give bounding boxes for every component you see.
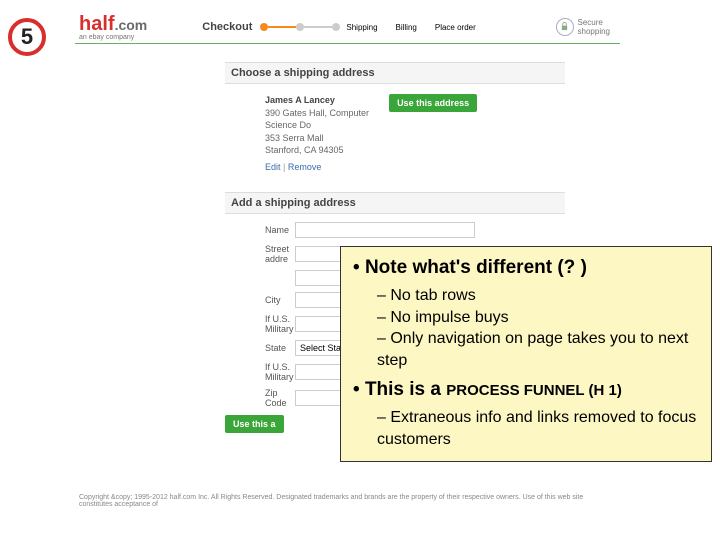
logo-com: .com (115, 17, 148, 33)
section-title: Add a shipping address (225, 192, 565, 214)
slide-number-badge: 5 (8, 18, 46, 56)
label-city: City (225, 295, 295, 305)
address-line: 353 Serra Mall (265, 132, 369, 145)
step-dot-place (332, 23, 340, 31)
label-street: Street addre (225, 244, 295, 264)
logo-half: half (79, 13, 115, 35)
remove-link[interactable]: Remove (288, 162, 322, 172)
step-label-place: Place order (435, 23, 476, 32)
step-label-billing: Billing (396, 23, 417, 32)
step-dot-shipping (260, 23, 268, 31)
footer-text: Copyright &copy; 1995-2012 half.com Inc.… (79, 494, 609, 508)
name-field[interactable] (295, 222, 475, 238)
use-new-address-button[interactable]: Use this a (225, 415, 284, 433)
edit-link[interactable]: Edit (265, 162, 281, 172)
label-name: Name (225, 225, 295, 235)
progress-bar (260, 23, 340, 31)
label-mil2: If U.S. Military (225, 362, 295, 382)
lock-icon (556, 18, 574, 36)
section-title: Choose a shipping address (225, 62, 565, 84)
annot-heading2: This is a PROCESS FUNNEL (H 1) (353, 379, 699, 401)
label-mil1: If U.S. Military (225, 314, 295, 334)
annot-sub: No impulse buys (377, 307, 699, 329)
address-line: 390 Gates Hall, Computer (265, 107, 369, 120)
checkout-label: Checkout (202, 21, 252, 33)
site-logo: half.com an ebay company (79, 13, 147, 41)
label-zip: Zip Code (225, 388, 295, 408)
slide-number: 5 (21, 24, 33, 50)
annot-heading1: Note what's different (? ) (353, 257, 699, 279)
annotation-box: Note what's different (? ) No tab rows N… (340, 246, 712, 462)
address-line: Stanford, CA 94305 (265, 144, 369, 157)
step-label-shipping: Shipping (346, 23, 377, 32)
step-dot-billing (296, 23, 304, 31)
annot-sub: Extraneous info and links removed to foc… (377, 407, 699, 450)
secure-shopping: Secure shopping (556, 18, 610, 36)
header-bar: half.com an ebay company Checkout Shippi… (75, 10, 620, 44)
secure-bottom: shopping (578, 27, 610, 36)
step-line (304, 26, 332, 28)
secure-top: Secure (578, 18, 610, 27)
step-line (268, 26, 296, 28)
annot-sub: Only navigation on page takes you to nex… (377, 328, 699, 371)
choose-address-section: Choose a shipping address James A Lancey… (225, 62, 565, 180)
address-block: James A Lancey 390 Gates Hall, Computer … (265, 94, 369, 174)
address-line: Science Do (265, 119, 369, 132)
label-state: State (225, 343, 295, 353)
address-name: James A Lancey (265, 94, 369, 107)
use-address-button[interactable]: Use this address (389, 94, 477, 112)
annot-sub: No tab rows (377, 285, 699, 307)
